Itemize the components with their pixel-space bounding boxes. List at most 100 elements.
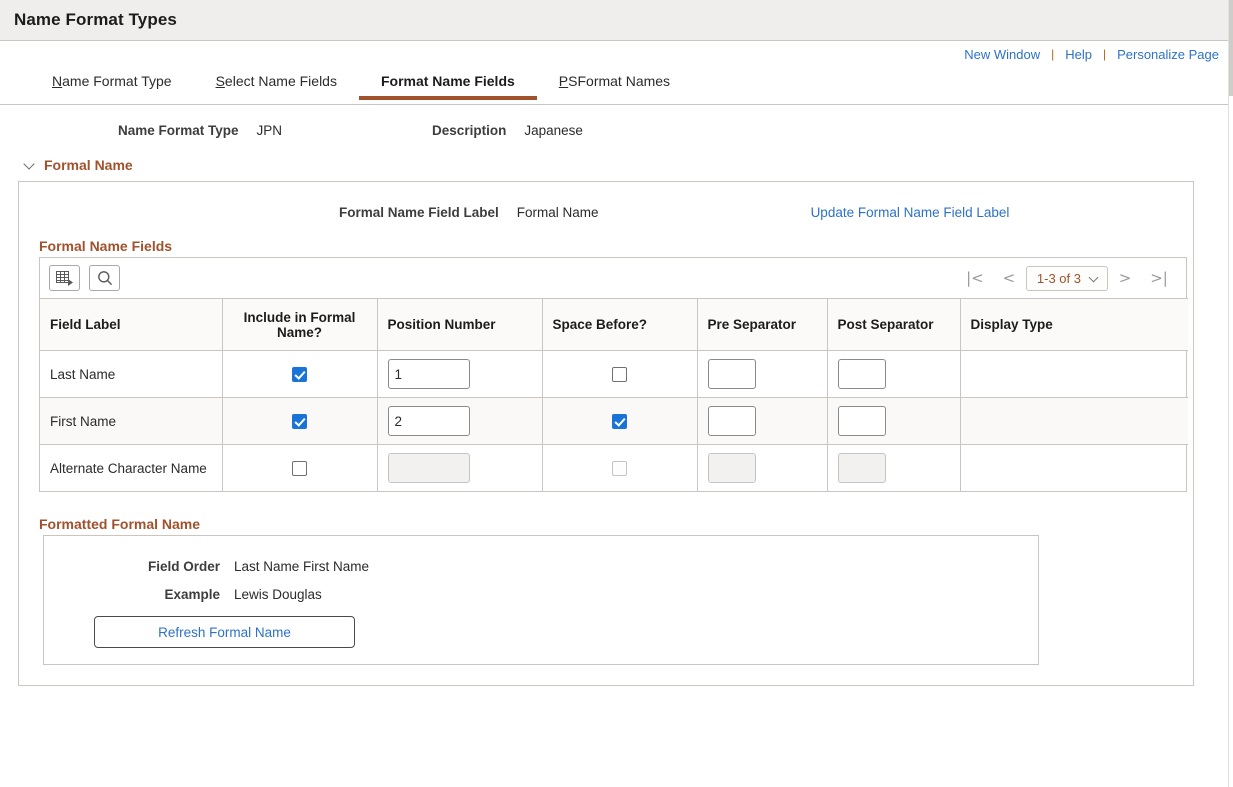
example-value: Lewis Douglas: [234, 586, 322, 602]
tab-label-0: ame Format Type: [62, 73, 172, 89]
tab-accel-3: P: [558, 73, 569, 89]
utility-separator-1: |: [1051, 47, 1055, 61]
cell-field-label: First Name: [40, 397, 223, 445]
scrollbar-thumb[interactable]: [1229, 0, 1233, 96]
space-before-checkbox-row-1[interactable]: [612, 413, 627, 429]
help-link[interactable]: Help: [1063, 47, 1094, 62]
field-order-row: Field Order Last Name First Name: [44, 552, 1038, 580]
cell-display-type: [960, 445, 1188, 492]
cell-pre-separator: [697, 350, 828, 398]
cell-post-separator: [827, 397, 961, 445]
column-header-display-type: Display Type: [960, 298, 1188, 351]
table-header-row: Field Label Include in Formal Name? Posi…: [40, 298, 1188, 351]
cell-display-type: [960, 397, 1188, 445]
cell-display-type: [960, 350, 1188, 398]
cell-post-separator: [827, 350, 961, 398]
header-fields-row: Name Format Type JPN Description Japanes…: [18, 105, 1215, 155]
field-order-value: Last Name First Name: [234, 558, 370, 574]
name-format-type-label: Name Format Type: [118, 122, 239, 138]
formal-name-fields-table: Field Label Include in Formal Name? Posi…: [40, 298, 1188, 491]
column-header-pre-separator: Pre Separator: [697, 298, 828, 351]
pager-prev-button[interactable]: <: [992, 269, 1026, 287]
page-content: Name Format Type JPN Description Japanes…: [0, 105, 1233, 686]
position-number-input-row-2: [387, 453, 470, 483]
pager-last-button[interactable]: >|: [1142, 269, 1176, 287]
post-separator-input-row-0[interactable]: [837, 359, 886, 389]
formatted-formal-name-title: Formatted Formal Name: [39, 516, 201, 532]
cell-position-number: [377, 444, 543, 491]
formal-name-fields-title: Formal Name Fields: [39, 238, 173, 254]
grid-personalize-icon[interactable]: [49, 265, 80, 291]
tab-strip: Name Format Type Select Name Fields Form…: [0, 67, 1233, 105]
cell-include-in-formal-name: [222, 444, 378, 491]
tab-accel-1: S: [215, 73, 225, 89]
cell-position-number: [377, 397, 543, 445]
formal-name-group-box: Formal Name Field Label Formal Name Upda…: [18, 181, 1194, 686]
tab-psformat-names[interactable]: PSFormat Names: [537, 67, 692, 99]
tab-label-3: SFormat Names: [568, 73, 671, 89]
pre-separator-input-row-2: [707, 453, 756, 483]
post-separator-input-row-2: [837, 453, 886, 483]
cell-space-before: [542, 397, 698, 445]
utility-link-row: New Window | Help | Personalize Page: [0, 41, 1233, 67]
example-label: Example: [164, 586, 220, 602]
page-title: Name Format Types: [14, 10, 177, 29]
page-header-bar: Name Format Types: [0, 0, 1233, 41]
search-icon[interactable]: [89, 265, 120, 291]
refresh-formal-name-button[interactable]: Refresh Formal Name: [94, 616, 355, 648]
position-number-input-row-1[interactable]: [387, 406, 470, 436]
update-formal-name-field-label-link[interactable]: Update Formal Name Field Label: [811, 205, 1010, 220]
pre-separator-input-row-1[interactable]: [707, 406, 756, 436]
cell-position-number: [377, 350, 543, 398]
chevron-down-icon: [1090, 274, 1099, 283]
cell-include-in-formal-name: [222, 397, 378, 445]
grid-toolbar: |< < 1-3 of 3 > >|: [40, 258, 1186, 298]
column-header-post-separator: Post Separator: [827, 298, 961, 351]
formatted-formal-name-box: Field Order Last Name First Name Example…: [43, 535, 1039, 665]
cell-post-separator: [827, 444, 961, 491]
formal-name-field-label-row: Formal Name Field Label Formal Name Upda…: [33, 192, 1179, 232]
space-before-checkbox-row-0[interactable]: [612, 366, 627, 382]
formal-name-fields-grid: |< < 1-3 of 3 > >| Field Label Include i…: [39, 257, 1188, 492]
cell-field-label: Alternate Character Name: [40, 444, 223, 491]
include-checkbox-row-1[interactable]: [292, 413, 307, 429]
description-value: Japanese: [524, 122, 583, 138]
page-scrollbar[interactable]: [1228, 0, 1233, 787]
formal-name-field-label-value: Formal Name: [516, 204, 599, 220]
table-row: Alternate Character Name: [40, 444, 1188, 492]
utility-separator-2: |: [1102, 47, 1107, 61]
description-label: Description: [432, 122, 507, 138]
personalize-page-link[interactable]: Personalize Page: [1115, 47, 1221, 62]
column-header-field-label: Field Label: [40, 298, 223, 351]
pre-separator-input-row-0[interactable]: [707, 359, 756, 389]
cell-field-label: Last Name: [40, 350, 223, 398]
space-before-checkbox-row-2: [612, 460, 627, 476]
name-format-type-value: JPN: [256, 122, 283, 138]
tab-label-1: elect Name Fields: [224, 73, 337, 89]
include-checkbox-row-2[interactable]: [292, 460, 307, 476]
chevron-down-icon: [24, 159, 36, 171]
pager-range-select[interactable]: 1-3 of 3: [1025, 265, 1108, 291]
include-checkbox-row-0[interactable]: [292, 366, 307, 382]
tab-accel-0: N: [52, 73, 63, 89]
formal-name-field-label-caption: Formal Name Field Label: [339, 204, 499, 220]
cell-include-in-formal-name: [222, 350, 378, 398]
pager-range-label: 1-3 of 3: [1036, 270, 1081, 286]
field-order-label: Field Order: [147, 558, 220, 574]
cell-space-before: [542, 350, 698, 398]
table-row: Last Name: [40, 350, 1188, 398]
pager-next-button[interactable]: >: [1108, 269, 1142, 287]
formal-name-section-toggle[interactable]: Formal Name: [18, 155, 133, 179]
post-separator-input-row-1[interactable]: [837, 406, 886, 436]
tab-label-2: Format Name Fields: [380, 73, 515, 89]
cell-pre-separator: [697, 397, 828, 445]
new-window-link[interactable]: New Window: [962, 47, 1042, 62]
tab-select-name-fields[interactable]: Select Name Fields: [194, 67, 359, 99]
cell-pre-separator: [697, 444, 828, 491]
tab-format-name-fields[interactable]: Format Name Fields: [358, 67, 537, 100]
position-number-input-row-0[interactable]: [387, 359, 470, 389]
grid-pager: |< < 1-3 of 3 > >|: [958, 265, 1176, 291]
column-header-space-before: Space Before?: [542, 298, 698, 351]
tab-name-format-type[interactable]: Name Format Type: [30, 67, 194, 99]
pager-first-button[interactable]: |<: [958, 269, 992, 287]
